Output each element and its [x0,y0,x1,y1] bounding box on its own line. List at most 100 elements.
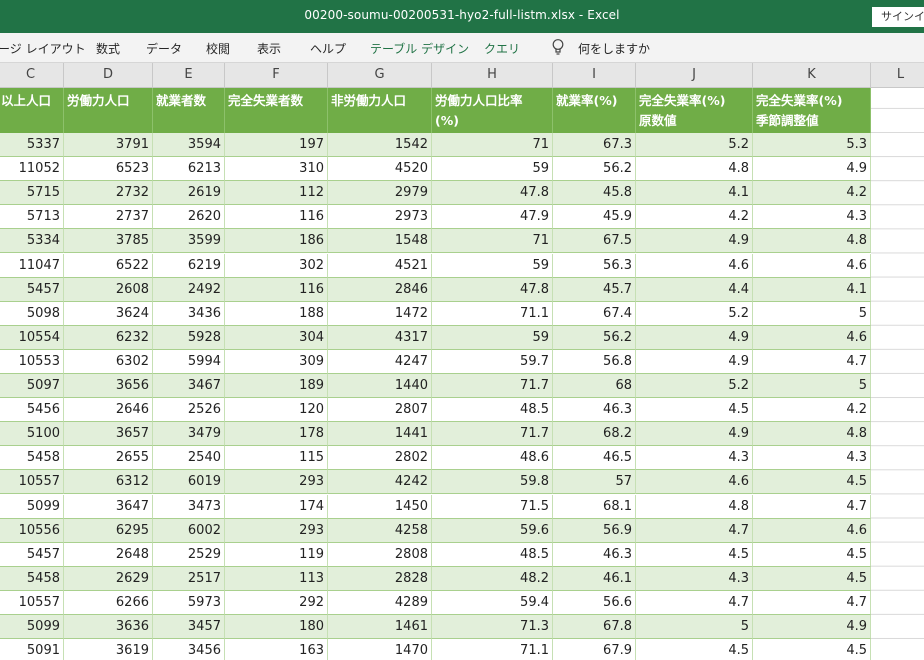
table-cell[interactable]: 3785 [64,229,153,254]
table-cell[interactable]: 4.9 [753,615,871,639]
table-cell[interactable]: 57 [553,470,636,495]
table-header-cell[interactable]: 以上人口 [0,88,64,133]
table-cell[interactable]: 5457 [0,542,64,567]
table-cell[interactable]: 6232 [64,325,153,350]
table-cell[interactable]: 5 [753,374,871,398]
table-cell[interactable]: 3599 [153,229,225,254]
tab-data[interactable]: データ [146,40,182,57]
table-cell[interactable]: 56.9 [553,518,636,543]
table-cell[interactable]: 46.3 [553,398,636,423]
column-header-k[interactable]: K [753,63,871,88]
table-cell[interactable]: 4.8 [636,157,753,182]
table-cell[interactable]: 4.5 [636,398,753,423]
table-cell[interactable]: 5100 [0,422,64,447]
table-cell[interactable]: 4.9 [636,229,753,254]
table-cell[interactable]: 4.5 [636,542,753,567]
tab-page-layout[interactable]: ージ レイアウト [0,40,86,57]
table-cell[interactable]: 6219 [153,253,225,278]
table-cell[interactable]: 4.8 [636,494,753,519]
table-cell[interactable]: 4.9 [636,349,753,374]
table-cell[interactable]: 293 [225,470,328,495]
table-cell[interactable]: 4521 [328,253,432,278]
table-cell[interactable]: 6213 [153,157,225,182]
table-cell[interactable]: 48.2 [432,566,553,591]
table-cell[interactable]: 174 [225,494,328,519]
table-cell[interactable]: 71.7 [432,374,553,398]
table-header-cell[interactable]: 完全失業率(%) 季節調整値 [753,88,871,133]
table-cell[interactable]: 116 [225,205,328,230]
table-cell[interactable]: 4.2 [636,205,753,230]
signin-button[interactable]: サインイン [872,7,924,27]
table-cell[interactable]: 5928 [153,325,225,350]
tell-me-search[interactable]: 何をしますか [578,40,650,57]
column-header-l[interactable]: L [871,63,924,88]
table-cell[interactable]: 6522 [64,253,153,278]
table-cell[interactable]: 2619 [153,181,225,206]
table-cell[interactable]: 5458 [0,446,64,471]
tab-formulas[interactable]: 数式 [96,40,120,57]
table-cell[interactable]: 178 [225,422,328,447]
table-cell[interactable]: 2802 [328,446,432,471]
table-cell[interactable]: 6019 [153,470,225,495]
table-cell[interactable]: 4.9 [753,157,871,182]
column-header-d[interactable]: D [64,63,153,88]
table-cell[interactable]: 4520 [328,157,432,182]
table-cell[interactable]: 2517 [153,566,225,591]
table-cell[interactable]: 4.9 [636,325,753,350]
table-cell[interactable]: 5.3 [753,133,871,157]
table-cell[interactable]: 71 [432,229,553,254]
table-cell[interactable]: 4.3 [753,446,871,471]
table-cell[interactable]: 56.2 [553,157,636,182]
table-cell[interactable]: 3594 [153,133,225,157]
table-cell[interactable]: 2732 [64,181,153,206]
table-cell[interactable]: 5.2 [636,374,753,398]
table-cell[interactable]: 4.5 [753,470,871,495]
table-cell[interactable]: 10553 [0,349,64,374]
table-cell[interactable]: 68 [553,374,636,398]
table-cell[interactable]: 3624 [64,301,153,326]
table-cell[interactable]: 71.1 [432,639,553,660]
table-cell[interactable]: 67.8 [553,615,636,639]
table-cell[interactable]: 1450 [328,494,432,519]
table-cell[interactable]: 2629 [64,566,153,591]
table-cell[interactable]: 5098 [0,301,64,326]
table-cell[interactable]: 56.6 [553,590,636,615]
table-cell[interactable]: 4.8 [753,422,871,447]
table-cell[interactable]: 180 [225,615,328,639]
table-cell[interactable]: 3619 [64,639,153,660]
table-cell[interactable]: 4.5 [753,566,871,591]
table-cell[interactable]: 4.3 [753,205,871,230]
table-cell[interactable]: 4.2 [753,181,871,206]
table-cell[interactable]: 5715 [0,181,64,206]
table-cell[interactable]: 47.8 [432,181,553,206]
table-cell[interactable]: 2646 [64,398,153,423]
table-cell[interactable]: 4.7 [753,494,871,519]
tab-review[interactable]: 校閲 [206,40,230,57]
table-cell[interactable]: 5 [753,301,871,326]
table-cell[interactable]: 309 [225,349,328,374]
tab-query[interactable]: クエリ [484,40,520,57]
table-cell[interactable]: 1440 [328,374,432,398]
column-header-i[interactable]: I [553,63,636,88]
table-cell[interactable]: 1441 [328,422,432,447]
table-cell[interactable]: 4.9 [636,422,753,447]
table-cell[interactable]: 5099 [0,615,64,639]
table-cell[interactable]: 47.8 [432,277,553,302]
table-cell[interactable]: 189 [225,374,328,398]
table-cell[interactable]: 2492 [153,277,225,302]
table-cell[interactable]: 3467 [153,374,225,398]
column-header-c[interactable]: C [0,63,64,88]
table-cell[interactable]: 2540 [153,446,225,471]
table-cell[interactable]: 5458 [0,566,64,591]
table-cell[interactable]: 48.5 [432,542,553,567]
table-cell[interactable]: 6002 [153,518,225,543]
table-cell[interactable]: 59 [432,325,553,350]
table-header-cell[interactable]: 就業率(%) [553,88,636,133]
table-cell[interactable]: 5337 [0,133,64,157]
table-cell[interactable]: 4.5 [753,639,871,660]
table-cell[interactable]: 68.1 [553,494,636,519]
table-cell[interactable]: 71.3 [432,615,553,639]
table-cell[interactable]: 5 [636,615,753,639]
table-cell[interactable]: 2828 [328,566,432,591]
table-cell[interactable]: 5457 [0,277,64,302]
